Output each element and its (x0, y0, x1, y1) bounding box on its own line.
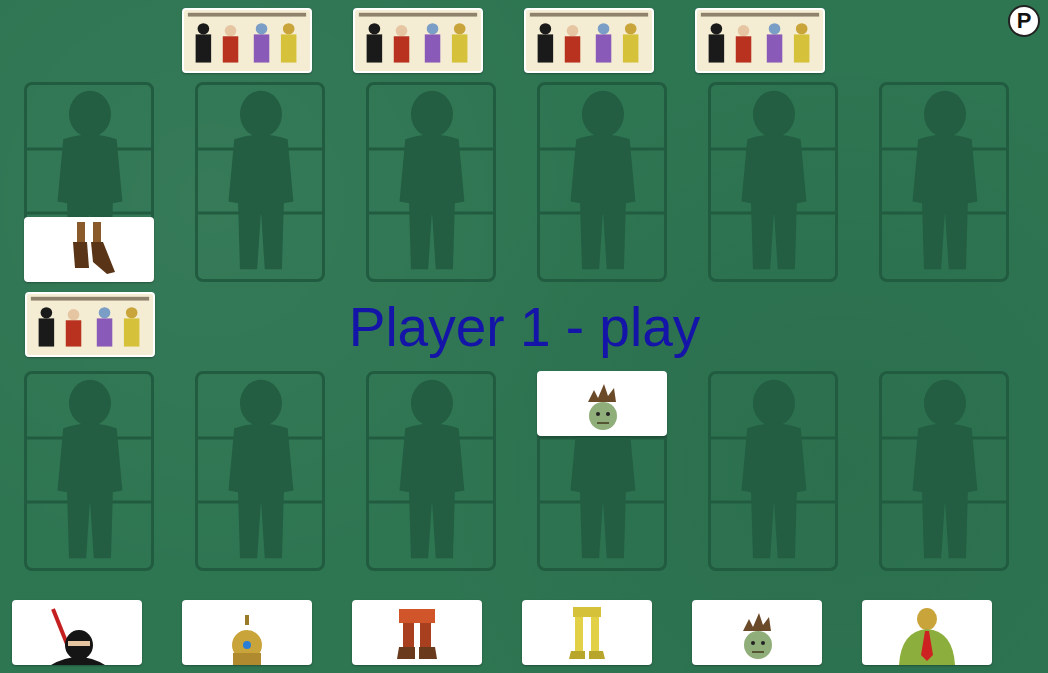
card-slot[interactable] (24, 82, 154, 282)
card[interactable] (862, 600, 992, 665)
slot-silhouette-icon (882, 374, 1006, 568)
knight-icon (555, 605, 619, 665)
card[interactable] (182, 600, 312, 665)
face-down-card[interactable] (182, 8, 312, 73)
slot-silhouette-icon (369, 374, 493, 568)
ninja-icon (45, 605, 109, 665)
card-slot[interactable] (537, 82, 667, 282)
slot-silhouette-icon (540, 85, 664, 279)
card-slot[interactable] (195, 371, 325, 571)
card[interactable] (692, 600, 822, 665)
bottom-slot-row (24, 371, 1048, 571)
card[interactable] (522, 600, 652, 665)
face-down-card[interactable] (695, 8, 825, 73)
card-slot[interactable] (195, 82, 325, 282)
slot-silhouette-icon (369, 85, 493, 279)
slot-silhouette-icon (882, 85, 1006, 279)
pirate-icon (385, 605, 449, 665)
zombie-icon (725, 605, 789, 665)
card-slot[interactable] (366, 82, 496, 282)
card-slot[interactable] (879, 82, 1009, 282)
brute-icon (895, 605, 959, 665)
card[interactable] (537, 371, 667, 436)
face-down-card[interactable] (25, 292, 155, 357)
card-slot[interactable] (708, 371, 838, 571)
opponent-piles: P (0, 8, 1048, 73)
face-down-card[interactable] (524, 8, 654, 73)
game-table: P Player 1 - play (0, 8, 1048, 673)
card[interactable] (12, 600, 142, 665)
top-slot-row (24, 82, 1048, 282)
card[interactable] (352, 600, 482, 665)
card[interactable] (24, 217, 154, 282)
slot-silhouette-icon (711, 85, 835, 279)
card-slot[interactable] (708, 82, 838, 282)
middle-area: Player 1 - play (0, 282, 1048, 371)
card-slot[interactable] (366, 371, 496, 571)
card-slot[interactable] (537, 371, 667, 571)
spacer (894, 282, 1024, 371)
player-hand (0, 600, 1048, 665)
card-slot[interactable] (24, 371, 154, 571)
slot-silhouette-icon (711, 374, 835, 568)
slot-silhouette-icon (27, 374, 151, 568)
robot-icon (215, 605, 279, 665)
slot-silhouette-icon (198, 85, 322, 279)
pause-button[interactable]: P (1008, 5, 1040, 37)
slot-silhouette-icon (198, 374, 322, 568)
zombie-icon (570, 376, 634, 436)
boots-icon (57, 222, 121, 282)
card-slot[interactable] (879, 371, 1009, 571)
face-down-card[interactable] (353, 8, 483, 73)
status-text: Player 1 - play (155, 294, 894, 360)
